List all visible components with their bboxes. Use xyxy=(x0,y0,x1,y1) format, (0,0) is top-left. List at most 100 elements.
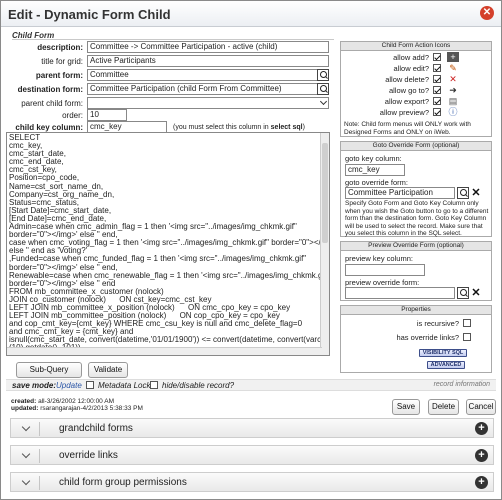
updated-info: updated: rsarangarajan-4/2/2013 5:38:33 … xyxy=(11,405,143,412)
action-icons-note: Note: Child form menus will ONLY work wi… xyxy=(344,121,471,136)
edit-dialog-window: Edit - Dynamic Form Child ✕ Child Form d… xyxy=(0,0,502,500)
sql-horizontal-scrollbar[interactable] xyxy=(7,347,322,355)
parent-form-label: parent form: xyxy=(35,71,83,80)
update-link[interactable]: Update xyxy=(56,381,82,390)
parent-form-search-icon[interactable] xyxy=(317,69,329,81)
edit-icon: ✎ xyxy=(449,63,457,73)
action-icon-label: allow delete? xyxy=(385,75,429,84)
accordion-label: override links xyxy=(59,450,118,461)
goto-key-column-label: goto key column: xyxy=(345,154,402,163)
visibility-sql-button[interactable]: VISIBILITY SQL xyxy=(419,349,467,357)
title-for-grid-label: title for grid: xyxy=(41,57,83,66)
action-icon-label: allow export? xyxy=(384,97,429,106)
child-key-column-label: child key column: xyxy=(15,123,83,132)
action-icon-checkbox[interactable] xyxy=(433,108,441,116)
description-input[interactable]: Committee -> Committee Participation - a… xyxy=(87,41,329,53)
action-icon-checkbox[interactable] xyxy=(433,86,441,94)
accordion-label: child form group permissions xyxy=(59,477,187,488)
sql-text: SELECT cmc_key, cmc_start_date, cmc_end_… xyxy=(9,133,330,355)
hide-disable-checkbox[interactable] xyxy=(150,381,158,389)
info-icon: ⓘ xyxy=(448,107,458,117)
description-label: description: xyxy=(37,43,83,52)
goto-icon: ➜ xyxy=(449,85,457,95)
sql-vertical-scrollbar[interactable] xyxy=(320,133,329,355)
destination-form-input[interactable]: Committee Participation (child Form From… xyxy=(87,83,329,95)
has-override-links-checkbox[interactable] xyxy=(463,333,471,341)
accordion-label: grandchild forms xyxy=(59,423,133,434)
window-title: Edit - Dynamic Form Child xyxy=(8,7,171,22)
action-icon-label: allow preview? xyxy=(379,108,429,117)
add-icon[interactable]: + xyxy=(475,476,488,489)
action-icon-label: allow go to? xyxy=(388,86,429,95)
preview-form-search-icon[interactable] xyxy=(457,287,469,299)
accordion-section[interactable]: override links + xyxy=(10,445,494,465)
properties-panel: Properties is recursive? has override li… xyxy=(340,305,492,373)
title-bar: Edit - Dynamic Form Child ✕ xyxy=(1,1,501,27)
advanced-button[interactable]: ADVANCED xyxy=(427,361,465,369)
goto-key-column-input[interactable]: cmc_key xyxy=(345,164,405,176)
parent-form-input[interactable]: Committee xyxy=(87,69,329,81)
delete-button[interactable]: Delete xyxy=(428,399,459,415)
order-input[interactable]: 10 xyxy=(87,109,127,121)
action-icon-checkbox[interactable] xyxy=(433,64,441,72)
goto-override-help: Specify Goto Form and Goto Key Column on… xyxy=(345,200,489,237)
sql-textarea[interactable]: SELECT cmc_key, cmc_start_date, cmc_end_… xyxy=(6,132,330,356)
chevron-down-icon[interactable] xyxy=(21,451,31,461)
chevron-down-icon[interactable] xyxy=(21,478,31,488)
preview-override-title: Preview Override Form (optional) xyxy=(341,242,491,251)
order-label: order: xyxy=(62,111,83,120)
section-divider xyxy=(12,39,334,40)
save-button[interactable]: Save xyxy=(392,399,420,415)
destination-form-search-icon[interactable] xyxy=(317,83,329,95)
goto-form-search-icon[interactable] xyxy=(457,187,469,199)
properties-title: Properties xyxy=(341,306,491,315)
preview-override-panel: Preview Override Form (optional) preview… xyxy=(340,241,492,301)
preview-override-form-input[interactable] xyxy=(345,287,455,299)
chevron-down-icon[interactable] xyxy=(319,98,329,108)
save-mode-label: save mode: xyxy=(12,381,57,390)
goto-override-form-label: goto override form: xyxy=(345,178,408,187)
record-information-link[interactable]: record information xyxy=(434,381,490,388)
goto-override-title: Goto Override Form (optional) xyxy=(341,142,491,151)
action-icon-checkbox[interactable] xyxy=(433,75,441,83)
parent-child-form-select[interactable] xyxy=(87,97,329,109)
action-icons-panel: Child Form Action Icons allow add? + allow… xyxy=(340,41,492,137)
is-recursive-label: is recursive? xyxy=(416,319,459,328)
accordion-section[interactable]: grandchild forms + xyxy=(10,418,494,438)
parent-child-form-label: parent child form: xyxy=(21,99,83,108)
cancel-button[interactable]: Cancel xyxy=(466,399,496,415)
preview-key-column-input[interactable] xyxy=(345,264,425,276)
divider xyxy=(39,449,40,463)
goto-override-form-input[interactable]: Committee Participation xyxy=(345,187,455,199)
add-icon[interactable]: + xyxy=(475,449,488,462)
metadata-lock-label: Metadata Lock xyxy=(98,381,151,390)
accordion-section[interactable]: child form group permissions + xyxy=(10,472,494,492)
action-icon-label: allow add? xyxy=(393,53,429,62)
sub-query-builder-button[interactable]: Sub-Query Builder xyxy=(16,362,82,388)
goto-override-panel: Goto Override Form (optional) goto key c… xyxy=(340,141,492,237)
add-icon: + xyxy=(447,52,459,62)
destination-form-label: destination form: xyxy=(17,85,83,94)
preview-override-form-label: preview override form: xyxy=(345,278,420,287)
child-key-column-note: (you must select this column in select s… xyxy=(173,124,305,131)
goto-form-clear-icon[interactable]: ✕ xyxy=(471,187,481,199)
action-icons-title: Child Form Action Icons xyxy=(341,42,491,51)
preview-key-column-label: preview key column: xyxy=(345,254,413,263)
close-icon[interactable]: ✕ xyxy=(480,6,494,20)
created-info: created: all-3/26/2002 12:00:00 AM xyxy=(11,398,114,405)
validate-button[interactable]: Validate xyxy=(88,362,128,378)
chevron-down-icon[interactable] xyxy=(21,424,31,434)
action-icon-label: allow edit? xyxy=(393,64,429,73)
action-icon-checkbox[interactable] xyxy=(433,97,441,105)
save-mode-bar: save mode: Update Metadata Lock hide/dis… xyxy=(6,379,496,391)
action-icon-checkbox[interactable] xyxy=(433,53,441,61)
title-for-grid-input[interactable]: Active Participants xyxy=(87,55,329,67)
preview-form-clear-icon[interactable]: ✕ xyxy=(471,287,481,299)
hide-disable-label: hide/disable record? xyxy=(162,381,235,390)
metadata-lock-checkbox[interactable] xyxy=(86,381,94,389)
is-recursive-checkbox[interactable] xyxy=(463,319,471,327)
add-icon[interactable]: + xyxy=(475,422,488,435)
delete-icon: ✕ xyxy=(449,74,457,84)
has-override-links-label: has override links? xyxy=(396,333,459,342)
export-icon: ▤ xyxy=(448,96,458,106)
